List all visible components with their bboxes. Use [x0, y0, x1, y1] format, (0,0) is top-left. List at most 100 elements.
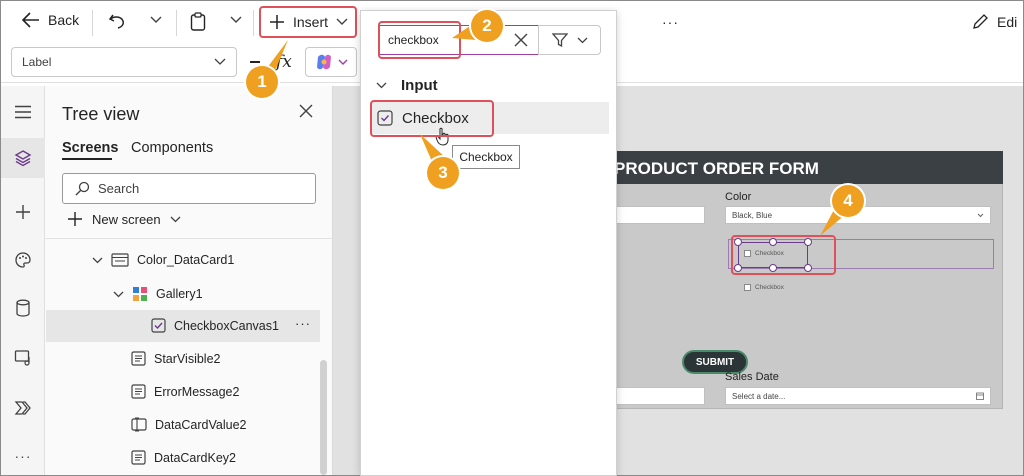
clear-search-button[interactable]	[514, 33, 528, 47]
tree-node-label: ErrorMessage2	[154, 384, 240, 399]
tree-node-label: DataCardKey2	[154, 450, 236, 465]
tree-node-label: Color_DataCard1	[137, 253, 235, 267]
pencil-icon	[972, 13, 989, 30]
paste-button[interactable]	[190, 12, 206, 31]
palette-icon	[14, 251, 32, 269]
chevron-down-icon	[977, 213, 984, 218]
tree-node-gallery1[interactable]: Gallery1	[113, 286, 203, 302]
close-icon	[299, 104, 313, 118]
callout-badge-1: 1	[246, 66, 278, 98]
active-tab-indicator	[62, 158, 112, 160]
edit-button[interactable]: Edi	[972, 13, 1017, 30]
filter-icon	[551, 32, 568, 48]
property-value: Label	[22, 55, 52, 69]
filter-button[interactable]	[538, 25, 601, 55]
copilot-button[interactable]	[305, 47, 357, 77]
clipboard-icon	[190, 12, 206, 31]
close-icon	[514, 33, 528, 47]
tree-scrollbar[interactable]	[320, 360, 327, 475]
tree-node-starvisible2[interactable]: StarVisible2	[131, 351, 220, 366]
callout-badge-4: 4	[832, 185, 864, 217]
copilot-icon	[315, 53, 333, 71]
tree-divider	[45, 238, 333, 239]
plus-icon	[67, 211, 83, 227]
rail-power-automate-button[interactable]	[1, 388, 45, 428]
sales-date-picker[interactable]: Select a date...	[725, 387, 991, 405]
tree-node-datacardvalue2[interactable]: DataCardValue2	[131, 417, 247, 432]
new-screen-button[interactable]: New screen	[67, 211, 181, 227]
tree-node-label: CheckboxCanvas1	[174, 318, 279, 333]
rail-insert-button[interactable]	[1, 192, 45, 232]
database-icon	[15, 299, 31, 317]
rail-data-button[interactable]	[1, 288, 45, 328]
gallery-icon	[132, 286, 148, 302]
tab-screens[interactable]: Screens	[62, 140, 118, 156]
chevron-down-icon	[577, 37, 588, 44]
chevron-down-icon	[230, 16, 242, 24]
label-icon	[131, 351, 146, 366]
chevron-down-icon	[336, 18, 348, 26]
card-icon	[111, 253, 129, 267]
tree-node-checkboxcanvas1[interactable]: CheckboxCanvas1	[151, 318, 279, 333]
chevron-down-icon	[376, 82, 387, 89]
callout-badge-3: 3	[427, 157, 459, 189]
callout-badge-2: 2	[471, 10, 503, 42]
tree-node-datacardkey2[interactable]: DataCardKey2	[131, 450, 236, 465]
calendar-icon	[976, 392, 984, 400]
label-icon	[131, 450, 146, 465]
checkbox-label: Checkbox	[755, 284, 784, 291]
tab-components[interactable]: Components	[131, 140, 213, 156]
plus-icon	[269, 14, 285, 30]
checkbox-square	[744, 284, 751, 291]
close-tree-view-button[interactable]	[299, 104, 313, 118]
product-order-form[interactable]	[560, 151, 1003, 409]
color-label: Color	[725, 191, 752, 203]
rail-more-button[interactable]: ···	[1, 436, 45, 476]
back-button[interactable]: Back	[22, 12, 79, 28]
chevron-down-icon	[92, 257, 103, 264]
more-icon: ···	[14, 448, 32, 464]
chevron-down-icon	[113, 291, 124, 298]
input-section-header[interactable]: Input	[376, 77, 438, 94]
sales-date-label: Sales Date	[725, 371, 779, 383]
checkbox-icon	[151, 318, 166, 333]
chevron-down-icon	[214, 58, 226, 66]
flow-icon	[14, 400, 32, 416]
undo-icon	[108, 12, 126, 30]
search-icon	[75, 181, 90, 196]
left-lower-input[interactable]	[610, 387, 705, 405]
more-commands-button[interactable]: ···	[662, 14, 679, 30]
rail-tree-view-button[interactable]	[1, 138, 45, 178]
chevron-down-icon	[150, 16, 162, 24]
property-dropdown[interactable]: Label	[11, 47, 237, 77]
tree-view-title: Tree view	[62, 104, 140, 124]
label-icon	[131, 384, 146, 399]
checkbox-tooltip: Checkbox	[452, 145, 520, 169]
tree-node-label: StarVisible2	[154, 351, 221, 366]
layers-icon	[14, 149, 32, 167]
undo-button[interactable]	[108, 12, 126, 30]
plus-icon	[14, 203, 32, 221]
chevron-down-icon	[338, 59, 348, 66]
section-label: Input	[401, 77, 438, 94]
tree-node-color-datacard1[interactable]: Color_DataCard1	[92, 253, 234, 267]
node-more-button[interactable]: ···	[295, 316, 311, 331]
text-input-icon	[131, 417, 147, 432]
hamburger-icon	[14, 105, 32, 119]
left-input-field[interactable]	[610, 206, 705, 224]
rail-menu-button[interactable]	[1, 92, 45, 132]
undo-dropdown-chevron[interactable]	[150, 16, 162, 24]
tree-search-input[interactable]: Search	[62, 173, 316, 204]
back-arrow-icon	[22, 12, 40, 28]
tree-node-label: DataCardValue2	[155, 417, 247, 432]
gallery-checkbox-2[interactable]: Checkbox	[744, 284, 784, 291]
rail-media-button[interactable]	[1, 338, 45, 378]
left-rail: ···	[1, 86, 45, 475]
tree-node-errormessage2[interactable]: ErrorMessage2	[131, 384, 239, 399]
paste-dropdown-chevron[interactable]	[230, 16, 242, 24]
edit-label: Edi	[997, 13, 1018, 30]
toolbar-divider	[92, 10, 93, 36]
media-icon	[14, 349, 32, 367]
back-label: Back	[48, 12, 80, 28]
rail-theme-button[interactable]	[1, 240, 45, 280]
